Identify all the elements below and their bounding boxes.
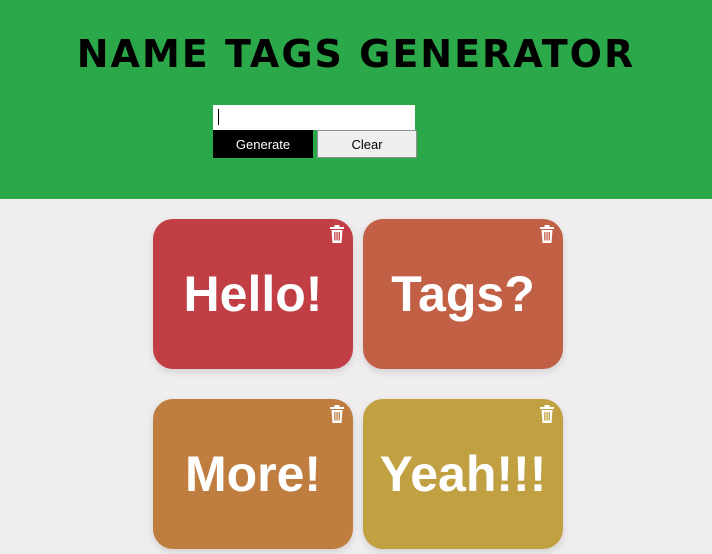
trash-icon[interactable] <box>539 405 555 423</box>
name-tag: Hello! <box>153 219 353 369</box>
trash-icon[interactable] <box>329 225 345 243</box>
name-tag-text: Hello! <box>183 266 323 322</box>
name-tag: More! <box>153 399 353 549</box>
header-banner: NAME TAGS GENERATOR <box>0 0 712 199</box>
name-tag: Tags? <box>363 219 563 369</box>
clear-button[interactable]: Clear <box>317 130 417 158</box>
name-input[interactable] <box>213 105 415 130</box>
name-tag-text: Yeah!!! <box>379 446 547 502</box>
name-tag: Yeah!!! <box>363 399 563 549</box>
trash-icon[interactable] <box>539 225 555 243</box>
trash-icon[interactable] <box>329 405 345 423</box>
page-title: NAME TAGS GENERATOR <box>76 32 636 76</box>
name-tag-text: Tags? <box>391 266 535 322</box>
name-tag-text: More! <box>184 446 322 502</box>
generate-button[interactable]: Generate <box>213 130 313 158</box>
text-caret <box>218 109 219 125</box>
